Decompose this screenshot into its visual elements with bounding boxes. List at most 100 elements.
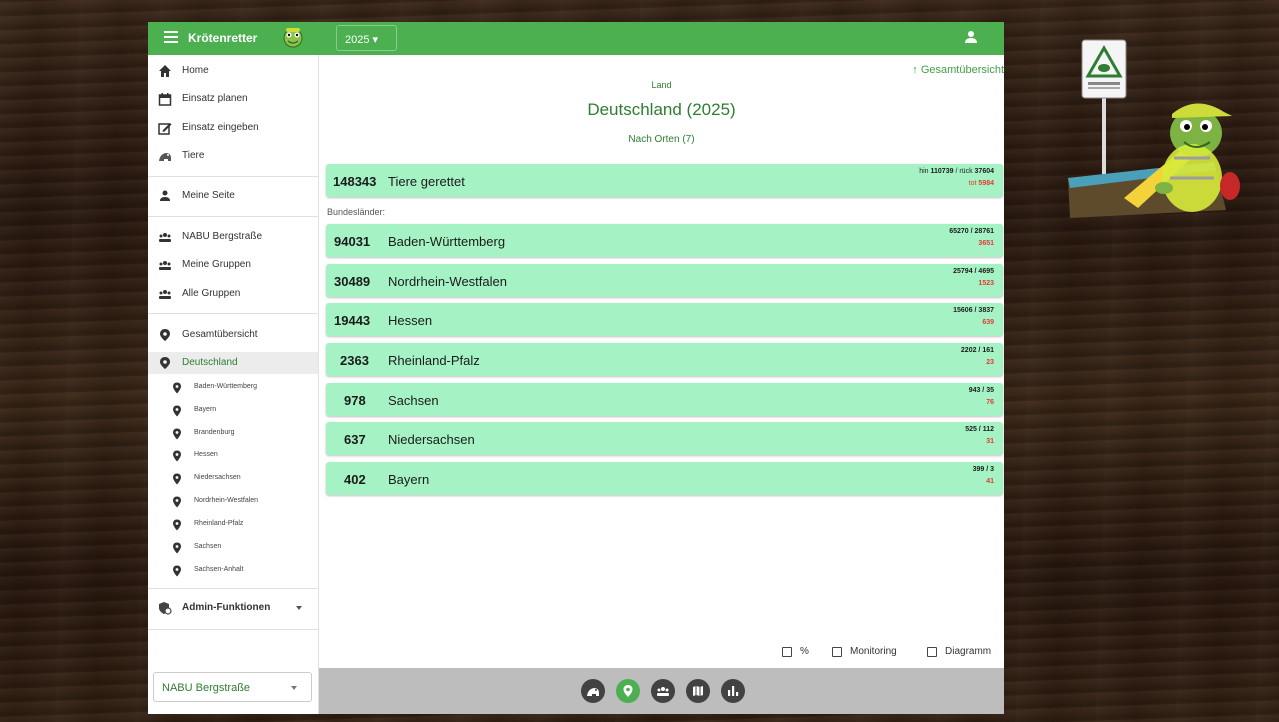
sidebar-item-all-groups[interactable]: Alle Gruppen [148,283,318,305]
sidebar-state-label: Hessen [194,451,218,458]
state-card[interactable]: 94031 Baden-Württemberg 65270 / 28761 36… [326,224,1003,257]
location-icon [173,450,181,462]
state-card[interactable]: 978 Sachsen 943 / 35 76 [326,383,1003,416]
checkbox-icon[interactable] [927,647,937,657]
sidebar-item-label: Alle Gruppen [182,288,241,299]
sidebar-item-label: Einsatz planen [182,93,248,104]
state-card[interactable]: 19443 Hessen 15606 / 3837 639 [326,303,1003,336]
sidebar-item-label: Tiere [182,150,205,161]
sidebar-state-label: Sachsen [194,543,222,550]
sidebar-state-brandenburg[interactable]: Brandenburg [148,424,318,444]
nav-map-button[interactable] [686,679,710,703]
main-content: ↑ Gesamtübersicht Land Deutschland (2025… [319,55,1004,668]
location-icon [173,473,181,485]
land-label: Land [651,80,672,90]
state-count: 637 [344,432,366,447]
options-bar: % Monitoring Diagramm [319,646,1004,662]
location-icon [173,428,181,440]
sidebar-item-label: Einsatz eingeben [182,122,259,133]
sidebar-state-nordrhein-westfalen[interactable]: Nordrhein-Westfalen [148,492,318,512]
divider [148,588,318,589]
checkbox-icon[interactable] [832,647,842,657]
location-icon [173,405,181,417]
state-name: Bayern [388,472,430,487]
state-card[interactable]: 30489 Nordrhein-Westfalen 25794 / 4695 1… [326,264,1003,297]
checkbox-label: Monitoring [850,646,897,657]
nav-groups-button[interactable] [651,679,675,703]
sidebar-item-my-groups[interactable]: Meine Gruppen [148,254,318,276]
state-name: Nordrhein-Westfalen [388,274,507,289]
sidebar-item-plan[interactable]: Einsatz planen [148,88,318,110]
tot-value: 5984 [978,180,994,187]
state-count: 94031 [334,234,371,249]
chevron-down-icon [296,606,302,610]
sidebar-state-label: Sachsen-Anhalt [194,566,244,573]
group-select[interactable]: NABU Bergstraße [153,672,312,702]
chart-icon [728,686,739,696]
sidebar-item-label: NABU Bergstraße [182,231,263,242]
sidebar-state-hessen[interactable]: Hessen [148,446,318,466]
app-title[interactable]: Krötenretter [188,31,257,45]
state-ratio: 25794 / 4695 [953,268,994,275]
toad-logo-icon [283,28,303,48]
nav-locations-button[interactable] [616,679,640,703]
sidebar-state-label: Nordrhein-Westfalen [194,497,259,504]
sidebar-item-overview[interactable]: Gesamtübersicht [148,324,318,346]
location-icon [173,542,181,554]
toad-icon [159,153,171,161]
by-location-link[interactable]: Nach Orten (7) [319,134,1004,145]
total-label: Tiere gerettet [388,174,465,189]
state-ratio: 399 / 3 [972,466,994,473]
state-name: Hessen [388,313,433,328]
sidebar-item-my-page[interactable]: Meine Seite [148,185,318,207]
nav-animals-button[interactable] [581,679,605,703]
year-select[interactable]: 2025 ▾ [336,25,397,51]
sidebar-item-animals[interactable]: Tiere [148,145,318,167]
state-name: Baden-Württemberg [388,234,506,249]
state-dead: 41 [986,478,994,485]
checkbox-icon[interactable] [782,647,792,657]
divider [148,629,318,630]
sidebar-item-deutschland[interactable]: Deutschland [148,352,318,374]
nav-statistics-button[interactable] [721,679,745,703]
state-name: Sachsen [388,393,439,408]
sidebar-state-sachsen[interactable]: Sachsen [148,538,318,558]
app-window: Krötenretter 2025 ▾ Home Einsatz planen … [148,22,1004,714]
total-dead: tot 5984 [969,180,994,187]
overview-link[interactable]: ↑ Gesamtübersicht [912,64,1004,76]
sidebar-item-home[interactable]: Home [148,60,318,82]
user-icon[interactable] [964,30,978,44]
toad-mascot-illustration [1068,39,1240,218]
rueck-value: 37604 [974,168,994,175]
groups-icon [159,261,171,270]
admin-icon [159,602,172,615]
checkbox-label: Diagramm [945,646,992,657]
menu-icon[interactable] [164,31,178,43]
state-card[interactable]: 2363 Rheinland-Pfalz 2202 / 161 23 [326,343,1003,376]
state-card[interactable]: 402 Bayern 399 / 3 41 [326,462,1003,495]
state-dead: 1523 [978,280,994,287]
sidebar-state-niedersachsen[interactable]: Niedersachsen [148,469,318,489]
groups-icon [159,233,171,242]
sidebar-item-enter[interactable]: Einsatz eingeben [148,117,318,139]
divider [148,216,318,217]
home-icon [159,65,171,77]
map-icon [693,686,703,696]
state-dead: 639 [982,319,994,326]
sidebar-item-label: Meine Seite [182,190,235,201]
state-dead: 76 [986,399,994,406]
total-card[interactable]: 148343 Tiere gerettet hin 110739 / rück … [326,164,1003,197]
sidebar-item-nabu[interactable]: NABU Bergstraße [148,226,318,248]
sidebar-state-sachsen-anhalt[interactable]: Sachsen-Anhalt [148,561,318,581]
location-icon [173,496,181,508]
state-count: 19443 [334,313,371,328]
sidebar-admin-toggle[interactable]: Admin-Funktionen [148,597,318,623]
state-dead: 23 [986,359,994,366]
calendar-icon [158,93,172,106]
state-ratio: 2202 / 161 [960,347,994,354]
state-count: 30489 [334,274,371,289]
sidebar-state-baden-wuerttemberg[interactable]: Baden-Württemberg [148,378,318,398]
sidebar-state-rheinland-pfalz[interactable]: Rheinland-Pfalz [148,515,318,535]
state-card[interactable]: 637 Niedersachsen 525 / 112 31 [326,422,1003,455]
sidebar-state-bayern[interactable]: Bayern [148,401,318,421]
